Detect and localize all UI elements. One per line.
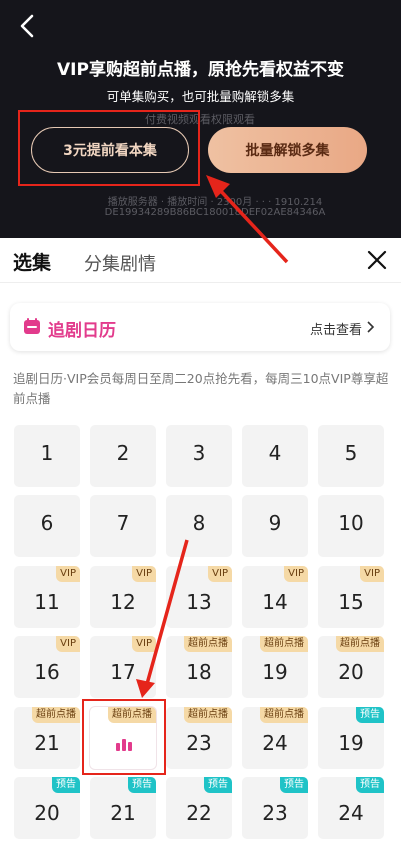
- annotation-highlight-box: [82, 699, 166, 775]
- episode-number: 19: [338, 731, 364, 755]
- episode-cell[interactable]: 超前点播 24: [242, 707, 308, 769]
- episode-cell[interactable]: VIP 13: [166, 566, 232, 628]
- episode-cell[interactable]: 预告 19: [318, 707, 384, 769]
- preview-badge: 预告: [52, 777, 80, 793]
- chevron-right-icon: [367, 321, 375, 333]
- episode-number: 13: [186, 590, 212, 614]
- batch-unlock-button[interactable]: 批量解锁多集: [208, 127, 367, 173]
- drama-calendar-card[interactable]: 追剧日历 点击查看: [10, 303, 390, 351]
- preview-badge: 预告: [280, 777, 308, 793]
- episode-number: 21: [110, 801, 136, 825]
- vip-badge: VIP: [132, 566, 156, 582]
- calendar-icon: [24, 318, 40, 334]
- episode-number: 12: [110, 590, 136, 614]
- episode-cell[interactable]: 9: [242, 495, 308, 557]
- episode-number: 23: [262, 801, 288, 825]
- episode-cell[interactable]: 7: [90, 495, 156, 557]
- episode-number: 14: [262, 590, 288, 614]
- vip-badge: VIP: [56, 636, 80, 652]
- episode-number: 5: [344, 441, 358, 465]
- episode-cell[interactable]: VIP 16: [14, 636, 80, 698]
- calendar-title: 追剧日历: [48, 321, 116, 341]
- episode-cell[interactable]: VIP 14: [242, 566, 308, 628]
- episode-number: 10: [338, 511, 364, 535]
- schedule-description: 追剧日历·VIP会员每周日至周二20点抢先看，每周三10点VIP尊享超前点播: [13, 371, 389, 406]
- episode-cell[interactable]: 预告 22: [166, 777, 232, 839]
- preview-badge: 预告: [356, 777, 384, 793]
- preview-badge: 预告: [128, 777, 156, 793]
- episode-number: 18: [186, 660, 212, 684]
- calendar-view-link[interactable]: 点击查看: [310, 319, 362, 338]
- episode-number: 20: [34, 801, 60, 825]
- episode-cell[interactable]: 6: [14, 495, 80, 557]
- episode-cell[interactable]: 超前点播 23: [166, 707, 232, 769]
- episode-number: 20: [338, 660, 364, 684]
- divider: [0, 282, 401, 283]
- episode-cell[interactable]: 预告 24: [318, 777, 384, 839]
- episode-cell[interactable]: 预告 23: [242, 777, 308, 839]
- tab-episode-plot[interactable]: 分集剧情: [84, 250, 156, 276]
- episode-number: 1: [40, 441, 54, 465]
- episode-number: 15: [338, 590, 364, 614]
- back-arrow-icon[interactable]: [14, 12, 42, 40]
- episode-number: 3: [192, 441, 206, 465]
- watermark-text: DE19934289B86BC180018DEF02AE84346A: [104, 207, 326, 218]
- episode-cell[interactable]: VIP 15: [318, 566, 384, 628]
- vip-promo-title: VIP享购超前点播，原抢先看权益不变: [57, 60, 344, 80]
- episode-cell[interactable]: 5: [318, 425, 384, 487]
- vip-badge: VIP: [56, 566, 80, 582]
- preview-badge: 预告: [356, 707, 384, 723]
- episode-cell[interactable]: VIP 12: [90, 566, 156, 628]
- vip-promo-subtitle: 可单集购买，也可批量购解锁多集: [106, 89, 295, 104]
- vip-badge: VIP: [284, 566, 308, 582]
- episode-number: 11: [34, 590, 60, 614]
- episode-number: 22: [186, 801, 212, 825]
- vip-badge: VIP: [360, 566, 384, 582]
- episode-cell[interactable]: VIP 11: [14, 566, 80, 628]
- episode-cell[interactable]: 预告 20: [14, 777, 80, 839]
- episode-cell[interactable]: 超前点播 21: [14, 707, 80, 769]
- annotation-highlight-box: [18, 110, 200, 186]
- episode-cell[interactable]: 1: [14, 425, 80, 487]
- early-badge: 超前点播: [260, 707, 308, 723]
- episode-cell[interactable]: 8: [166, 495, 232, 557]
- episode-cell[interactable]: 超前点播 20: [318, 636, 384, 698]
- episode-cell[interactable]: VIP 17: [90, 636, 156, 698]
- episode-cell[interactable]: 超前点播 18: [166, 636, 232, 698]
- preview-badge: 预告: [204, 777, 232, 793]
- episode-cell[interactable]: 2: [90, 425, 156, 487]
- vip-badge: VIP: [208, 566, 232, 582]
- early-badge: 超前点播: [184, 707, 232, 723]
- episode-number: 6: [40, 511, 54, 535]
- close-icon[interactable]: [366, 249, 388, 271]
- episode-number: 23: [186, 731, 212, 755]
- episode-cell[interactable]: 预告 21: [90, 777, 156, 839]
- watermark-text: 播放服务器 · 播放时间 · 2300月 · · · 1910.214: [107, 197, 323, 208]
- episode-number: 24: [338, 801, 364, 825]
- episode-number: 16: [34, 660, 60, 684]
- vip-badge: VIP: [132, 636, 156, 652]
- episode-number: 4: [268, 441, 282, 465]
- episode-cell[interactable]: 4: [242, 425, 308, 487]
- early-badge: 超前点播: [32, 707, 80, 723]
- early-badge: 超前点播: [336, 636, 384, 652]
- tab-episodes[interactable]: 选集: [13, 248, 51, 275]
- episode-cell[interactable]: 超前点播 19: [242, 636, 308, 698]
- episode-number: 21: [34, 731, 60, 755]
- episode-number: 17: [110, 660, 136, 684]
- episode-number: 19: [262, 660, 288, 684]
- episode-cell[interactable]: 10: [318, 495, 384, 557]
- episode-cell[interactable]: 3: [166, 425, 232, 487]
- early-badge: 超前点播: [260, 636, 308, 652]
- episode-number: 2: [116, 441, 130, 465]
- episode-number: 24: [262, 731, 288, 755]
- episode-number: 8: [192, 511, 206, 535]
- episode-number: 9: [268, 511, 282, 535]
- episode-number: 7: [116, 511, 130, 535]
- early-badge: 超前点播: [184, 636, 232, 652]
